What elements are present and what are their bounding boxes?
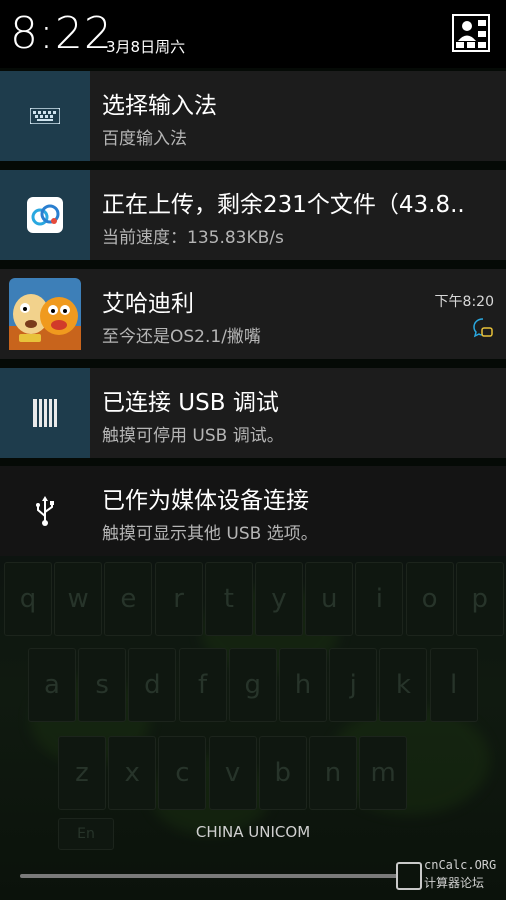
notification-title: 选择输入法	[102, 93, 217, 119]
notification-title: 已作为媒体设备连接	[102, 488, 309, 514]
keyboard-icon-tile	[0, 71, 90, 161]
date: 3月8日周六	[106, 38, 186, 56]
keyboard-key: t	[204, 562, 253, 636]
keyboard-key: o	[405, 562, 454, 636]
notification-subtitle: 至今还是OS2.1/撇嘴	[102, 327, 261, 347]
keyboard-key: m	[359, 736, 408, 810]
keyboard-key: u	[305, 562, 354, 636]
usb-icon-tile	[0, 466, 90, 556]
keyboard-key: w	[54, 562, 103, 636]
notification-subtitle: 百度输入法	[102, 129, 187, 149]
keyboard-key: a	[28, 648, 76, 722]
notification-subtitle: 触摸可停用 USB 调试。	[102, 426, 284, 446]
notification-upload[interactable]: 正在上传，剩余231个文件（43.8.. 当前速度：135.83KB/s	[0, 170, 506, 260]
keyboard-icon	[30, 108, 60, 124]
keyboard-key: j	[329, 648, 378, 722]
keyboard-key: g	[228, 648, 277, 722]
keyboard-key: l	[429, 648, 478, 722]
shade-drag-handle[interactable]	[20, 874, 398, 878]
keyboard-key: f	[178, 648, 227, 722]
keyboard-key: y	[255, 562, 303, 636]
notification-usb-media[interactable]: 已作为媒体设备连接 触摸可显示其他 USB 选项。	[0, 466, 506, 556]
keyboard-key: d	[128, 648, 177, 722]
garfield-avatar	[9, 278, 81, 350]
carrier-label: CHINA UNICOM	[195, 823, 311, 841]
notification-title: 已连接 USB 调试	[102, 390, 279, 416]
notification-title: 艾哈迪利	[102, 291, 194, 317]
watermark-line2: 计算器论坛	[424, 876, 485, 890]
keyboard-key: v	[208, 736, 257, 810]
chat-bubble-icon	[473, 318, 493, 338]
keyboard-key: c	[158, 736, 207, 810]
notification-usb-debug[interactable]: 已连接 USB 调试 触摸可停用 USB 调试。	[0, 368, 506, 458]
keyboard-key: r	[154, 562, 203, 636]
watermark-line1: cnCalc.ORG	[424, 858, 497, 872]
watermark: cnCalc.ORG 计算器论坛	[396, 856, 506, 892]
notification-message[interactable]: 艾哈迪利 至今还是OS2.1/撇嘴 下午8:20	[0, 269, 506, 359]
notification-title: 正在上传，剩余231个文件（43.8..	[102, 192, 465, 218]
keyboard-key: n	[309, 736, 357, 810]
clock: 8:22	[10, 8, 113, 59]
baidu-cloud-icon	[27, 197, 63, 233]
baidu-cloud-icon-tile	[0, 170, 90, 260]
keyboard-key: k	[379, 648, 428, 722]
usb-debug-icon	[33, 399, 57, 427]
keyboard-key: h	[279, 648, 327, 722]
message-avatar-tile	[0, 269, 90, 359]
keyboard-key: z	[58, 736, 106, 810]
keyboard-key: s	[78, 648, 127, 722]
calculator-icon	[396, 862, 422, 890]
keyboard-key: q	[4, 562, 52, 636]
status-header: 8:22 3月8日周六	[0, 0, 506, 68]
usb-debug-icon-tile	[0, 368, 90, 458]
notification-subtitle: 当前速度：135.83KB/s	[102, 228, 284, 248]
quick-settings-icon	[452, 14, 490, 52]
quick-settings-button[interactable]	[452, 14, 490, 52]
notification-subtitle: 触摸可显示其他 USB 选项。	[102, 524, 318, 544]
notification-input-method[interactable]: 选择输入法 百度输入法	[0, 71, 506, 161]
keyboard-key: b	[258, 736, 307, 810]
keyboard-key: e	[104, 562, 153, 636]
keyboard-key: i	[355, 562, 404, 636]
keyboard-key: x	[108, 736, 157, 810]
keyboard-key: p	[455, 562, 504, 636]
usb-icon	[36, 496, 54, 526]
notification-time: 下午8:20	[434, 294, 494, 310]
